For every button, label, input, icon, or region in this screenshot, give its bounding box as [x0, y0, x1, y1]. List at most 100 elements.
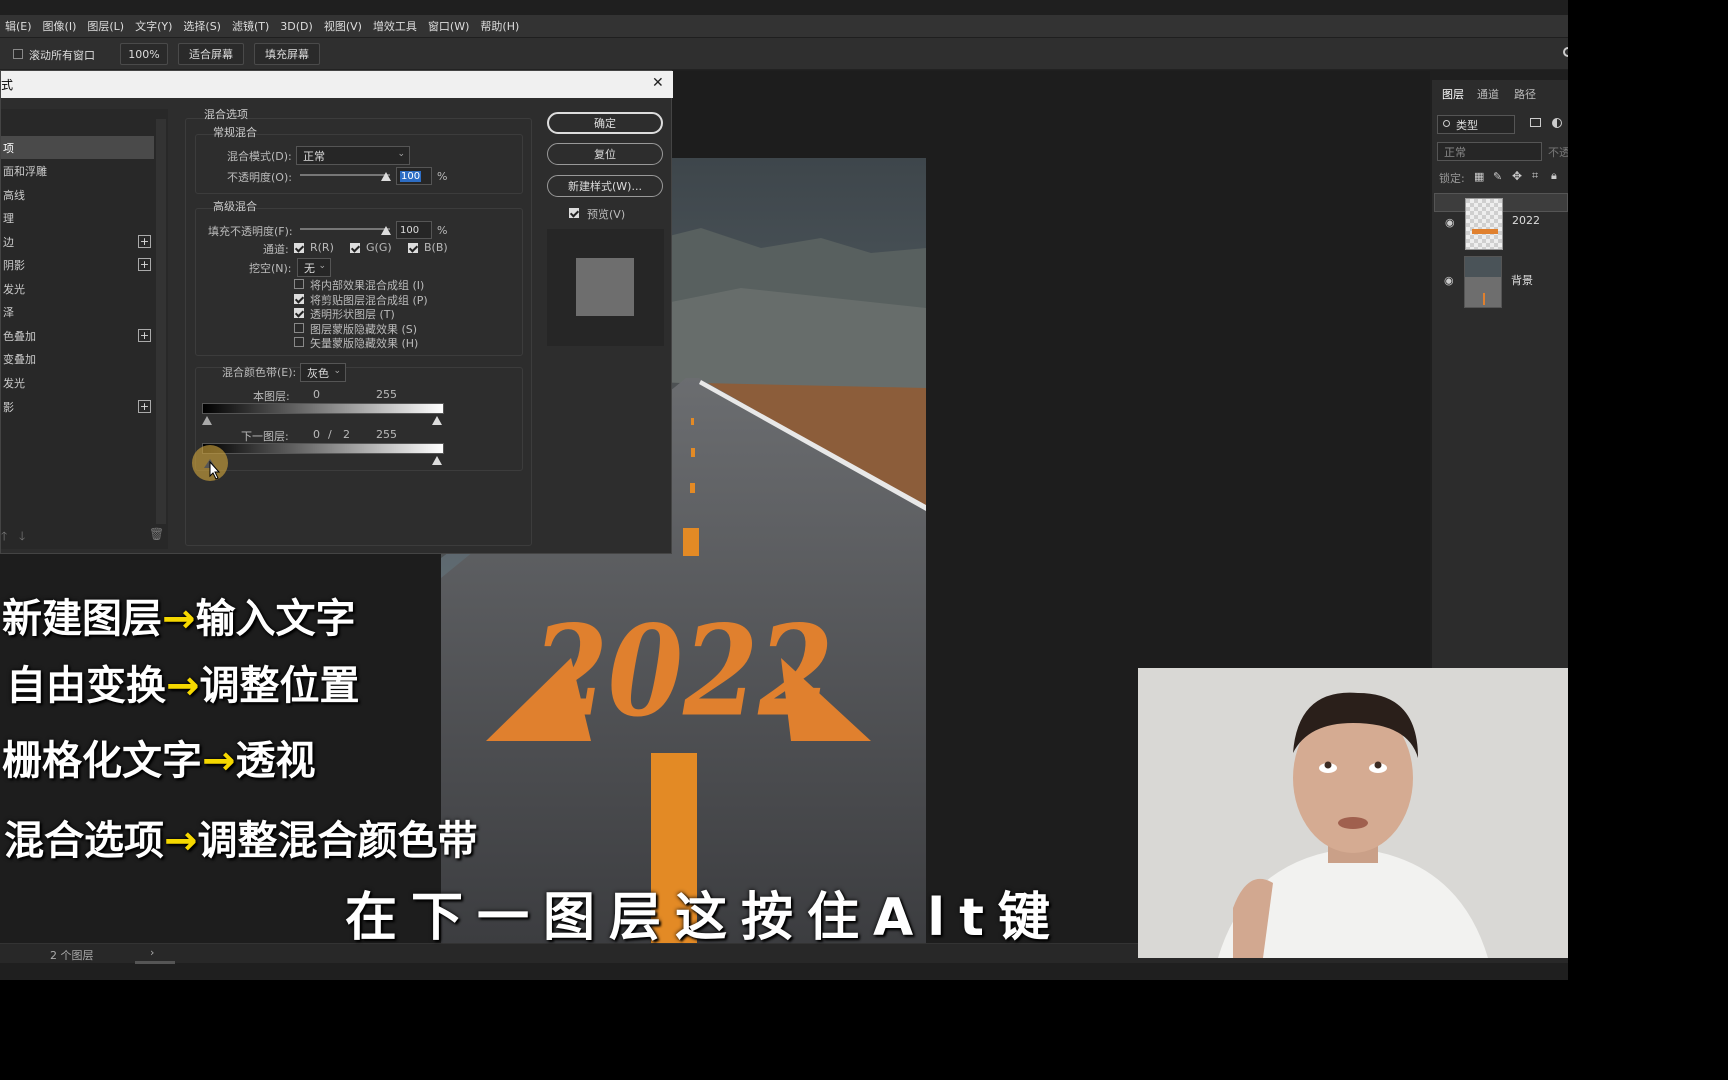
- step-4-caption: 混合选项→调整混合颜色带: [4, 808, 478, 866]
- scroll-all-checkbox[interactable]: [13, 49, 23, 59]
- reset-button[interactable]: 复位: [547, 143, 663, 165]
- opacity-slider-track[interactable]: [300, 174, 390, 176]
- close-icon[interactable]: ✕: [652, 75, 664, 91]
- add-icon[interactable]: +: [138, 329, 151, 342]
- style-inner-shadow[interactable]: 阴影 +: [1, 253, 154, 276]
- fit-screen-button[interactable]: 适合屏幕: [178, 43, 244, 65]
- style-label: 边: [3, 235, 14, 249]
- step-1-text-b: 输入文字: [195, 596, 356, 642]
- style-label: 色叠加: [3, 329, 36, 343]
- blend-mode-value: 正常: [303, 149, 325, 163]
- style-contour[interactable]: 高线: [1, 183, 154, 206]
- search-icon[interactable]: [1563, 47, 1568, 57]
- style-bevel-emboss[interactable]: 面和浮雕: [1, 159, 154, 182]
- lock-all-icon[interactable]: 🔒︎: [1551, 169, 1557, 183]
- layer-row-2022[interactable]: ◉ 2022: [1434, 193, 1568, 250]
- blend-mode-select[interactable]: 正常 ⌄: [296, 146, 410, 165]
- layer-row-background[interactable]: ◉ 背景: [1434, 252, 1568, 310]
- style-blend-options[interactable]: 项: [1, 136, 154, 159]
- this-layer-white-thumb[interactable]: [432, 416, 442, 425]
- transparency-shapes-checkbox[interactable]: [294, 308, 304, 318]
- underlying-white-thumb[interactable]: [432, 456, 442, 465]
- percent-label: %: [437, 170, 448, 183]
- blend-clipped-checkbox[interactable]: [294, 294, 304, 304]
- menu-view[interactable]: 视图(V): [319, 18, 368, 34]
- underlying-gradient[interactable]: [202, 443, 444, 454]
- menu-type[interactable]: 文字(Y): [130, 18, 178, 34]
- preview-checkbox[interactable]: [569, 208, 579, 218]
- menu-help[interactable]: 帮助(H): [475, 18, 525, 34]
- fill-opacity-slider-thumb[interactable]: [381, 226, 391, 235]
- zoom-value[interactable]: 100%: [120, 43, 168, 65]
- tab-layers[interactable]: 图层: [1442, 86, 1464, 102]
- opacity-input[interactable]: 100: [396, 167, 432, 185]
- status-chevron[interactable]: ›: [150, 946, 154, 959]
- menu-layer[interactable]: 图层(L): [82, 18, 130, 34]
- this-layer-black-thumb[interactable]: [202, 416, 212, 425]
- channel-b-checkbox[interactable]: [408, 243, 418, 253]
- lock-transparent-icon[interactable]: ▦: [1474, 170, 1484, 183]
- channel-g-checkbox[interactable]: [350, 243, 360, 253]
- menu-select[interactable]: 选择(S): [178, 18, 227, 34]
- lock-move-icon[interactable]: ✥: [1512, 169, 1522, 183]
- fill-opacity-input[interactable]: 100: [396, 221, 432, 239]
- adjustment-filter-icon[interactable]: [1552, 118, 1562, 128]
- style-list-scrollbar[interactable]: [156, 119, 166, 524]
- this-layer-gradient[interactable]: [202, 403, 444, 414]
- layer-mask-hides-checkbox[interactable]: [294, 323, 304, 333]
- step-3-caption: 栅格化文字→透视: [2, 728, 316, 786]
- fill-opacity-slider-track[interactable]: [300, 228, 390, 230]
- style-label: 影: [3, 400, 14, 414]
- style-drop-shadow[interactable]: 影 +: [1, 395, 154, 418]
- style-inner-glow[interactable]: 发光: [1, 277, 154, 300]
- scrollbar[interactable]: [135, 961, 175, 964]
- ok-button[interactable]: 确定: [547, 112, 663, 134]
- menu-image[interactable]: 图像(I): [38, 18, 83, 34]
- fill-screen-button[interactable]: 填充屏幕: [254, 43, 320, 65]
- trash-icon[interactable]: 🗑︎: [149, 527, 164, 541]
- menu-edit[interactable]: 辑(E): [0, 18, 38, 34]
- style-satin[interactable]: 泽: [1, 300, 154, 323]
- knockout-select[interactable]: 无 ⌄: [297, 258, 331, 277]
- add-icon[interactable]: +: [138, 258, 151, 271]
- channel-r-checkbox[interactable]: [294, 243, 304, 253]
- style-gradient-overlay[interactable]: 变叠加: [1, 347, 154, 370]
- lock-artboard-icon[interactable]: ⌗: [1532, 169, 1538, 183]
- knockout-label: 挖空(N):: [249, 262, 292, 275]
- step-2-text-b: 调整位置: [199, 663, 360, 709]
- style-color-overlay[interactable]: 色叠加 +: [1, 324, 154, 347]
- layer-filter-select[interactable]: 类型: [1437, 115, 1515, 134]
- menu-plugins[interactable]: 增效工具: [368, 18, 423, 34]
- move-up-icon[interactable]: 🡑: [1, 527, 7, 548]
- opacity-label: 不透: [1548, 146, 1568, 159]
- blend-mode-select[interactable]: 正常: [1437, 142, 1542, 161]
- style-outer-glow[interactable]: 发光: [1, 371, 154, 394]
- menu-3d[interactable]: 3D(D): [275, 20, 319, 33]
- style-label: 项: [3, 141, 14, 155]
- new-style-button[interactable]: 新建样式(W)...: [547, 175, 663, 197]
- move-down-icon[interactable]: 🡓: [19, 527, 25, 548]
- add-icon[interactable]: +: [138, 235, 151, 248]
- blend-if-select[interactable]: 灰色 ⌄: [300, 363, 346, 382]
- dialog-titlebar: 式 ✕: [1, 71, 673, 98]
- style-texture[interactable]: 理: [1, 206, 154, 229]
- style-label: 发光: [3, 282, 25, 296]
- layer-count: 2 个图层: [50, 949, 94, 962]
- eye-icon[interactable]: ◉: [1444, 274, 1456, 287]
- vector-mask-hides-checkbox[interactable]: [294, 337, 304, 347]
- tab-channels[interactable]: 通道: [1477, 86, 1499, 102]
- opacity-slider-thumb[interactable]: [381, 172, 391, 181]
- image-filter-icon[interactable]: [1530, 118, 1541, 127]
- style-stroke[interactable]: 边 +: [1, 230, 154, 253]
- lock-brush-icon[interactable]: ✎: [1493, 170, 1502, 183]
- preview-label: 预览(V): [587, 208, 626, 221]
- arrow-icon: →: [162, 596, 196, 642]
- arrow-icon: →: [166, 663, 200, 709]
- add-icon[interactable]: +: [138, 400, 151, 413]
- blend-mode-label: 正常: [1444, 145, 1466, 159]
- eye-icon[interactable]: ◉: [1445, 216, 1457, 229]
- blend-interior-checkbox[interactable]: [294, 279, 304, 289]
- tab-paths[interactable]: 路径: [1514, 86, 1536, 102]
- menu-filter[interactable]: 滤镜(T): [227, 18, 275, 34]
- menu-window[interactable]: 窗口(W): [423, 18, 475, 34]
